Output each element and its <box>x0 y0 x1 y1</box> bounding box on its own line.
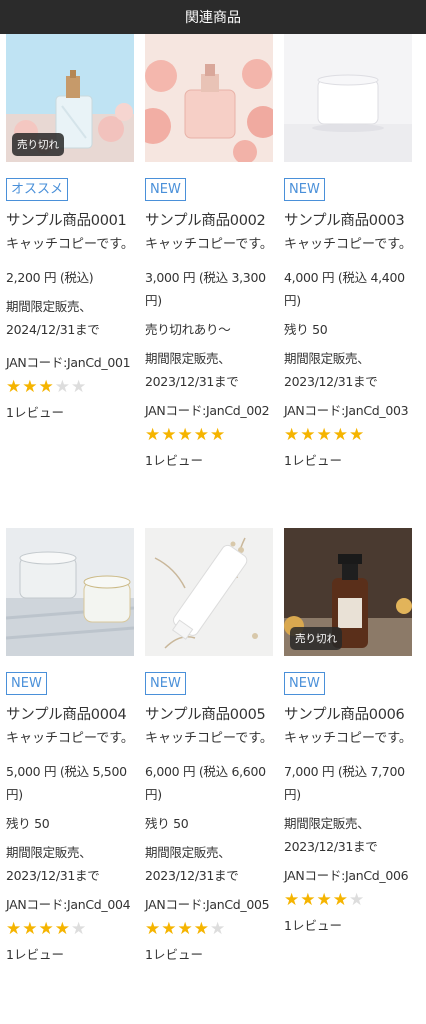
rating-stars: ★ ★ ★ ★ ★ <box>145 426 273 444</box>
star-filled-icon: ★ <box>6 377 22 397</box>
review-count[interactable]: 1レビュー <box>145 946 273 964</box>
star-empty-icon: ★ <box>71 919 87 939</box>
star-filled-icon: ★ <box>284 890 300 910</box>
product-price: 5,000 円 (税込 5,500 円) <box>6 764 127 802</box>
product-title[interactable]: サンプル商品0006 <box>284 703 412 727</box>
stock-status: 残り 50 <box>284 322 328 337</box>
sold-out-badge: 売り切れ <box>290 627 342 650</box>
section-header: 関連商品 <box>0 0 426 34</box>
star-filled-icon: ★ <box>38 377 54 397</box>
star-filled-icon: ★ <box>6 919 22 939</box>
star-filled-icon: ★ <box>177 425 193 445</box>
product-card[interactable]: NEW サンプル商品0002 キャッチコピーです。 3,000 円 (税込 3,… <box>145 34 273 470</box>
product-image-perfume-roses[interactable] <box>145 34 273 162</box>
jan-code: JANコード:JanCd_001 <box>6 355 131 370</box>
product-title[interactable]: サンプル商品0003 <box>284 209 412 233</box>
star-filled-icon: ★ <box>300 890 316 910</box>
stock-status: 残り 50 <box>145 816 189 831</box>
limited-sale: 期間限定販売、2023/12/31まで <box>284 816 378 854</box>
rating-stars: ★ ★ ★ ★ ★ <box>284 426 412 444</box>
review-count[interactable]: 1レビュー <box>284 452 412 470</box>
product-price: 3,000 円 (税込 3,300 円) <box>145 270 266 308</box>
product-price: 2,200 円 (税込) <box>6 270 94 285</box>
star-empty-icon: ★ <box>54 377 70 397</box>
star-filled-icon: ★ <box>193 425 209 445</box>
product-price: 7,000 円 (税込 7,700 円) <box>284 764 405 802</box>
product-price: 4,000 円 (税込 4,400 円) <box>284 270 405 308</box>
product-card[interactable]: 売り切れ NEW サンプル商品0006 キャッチコピーです。 7,000 円 (… <box>284 528 412 935</box>
section-title: 関連商品 <box>185 10 241 26</box>
jan-code: JANコード:JanCd_004 <box>6 897 131 912</box>
product-card[interactable]: 売り切れ オススメ サンプル商品0001 キャッチコピーです。 2,200 円 … <box>6 34 134 422</box>
limited-sale: 期間限定販売、2023/12/31まで <box>284 351 378 389</box>
limited-sale: 期間限定販売、2024/12/31まで <box>6 299 100 337</box>
sold-out-badge: 売り切れ <box>12 133 64 156</box>
star-filled-icon: ★ <box>316 890 332 910</box>
product-title[interactable]: サンプル商品0004 <box>6 703 134 727</box>
product-catchcopy: キャッチコピーです。 <box>6 731 134 746</box>
product-catchcopy: キャッチコピーです。 <box>284 237 412 252</box>
product-card[interactable]: NEW サンプル商品0005 キャッチコピーです。 6,000 円 (税込 6,… <box>145 528 273 964</box>
review-count[interactable]: 1レビュー <box>6 404 134 422</box>
star-filled-icon: ★ <box>161 425 177 445</box>
product-image-perfume[interactable]: 売り切れ <box>6 34 134 162</box>
product-card[interactable]: NEW サンプル商品0003 キャッチコピーです。 4,000 円 (税込 4,… <box>284 34 412 470</box>
new-badge: NEW <box>145 178 186 201</box>
star-filled-icon: ★ <box>332 890 348 910</box>
product-image-spray-bottle[interactable]: 売り切れ <box>284 528 412 656</box>
jan-code: JANコード:JanCd_006 <box>284 868 409 883</box>
jan-code: JANコード:JanCd_002 <box>145 403 270 418</box>
rating-stars: ★ ★ ★ ★ ★ <box>145 920 273 938</box>
new-badge: NEW <box>284 178 325 201</box>
product-catchcopy: キャッチコピーです。 <box>6 237 134 252</box>
star-filled-icon: ★ <box>177 919 193 939</box>
review-count[interactable]: 1レビュー <box>6 946 134 964</box>
star-filled-icon: ★ <box>316 425 332 445</box>
limited-sale: 期間限定販売、2023/12/31まで <box>6 845 100 883</box>
jan-code: JANコード:JanCd_003 <box>284 403 409 418</box>
product-image-cream-jar[interactable] <box>284 34 412 162</box>
recommend-badge: オススメ <box>6 178 69 201</box>
star-filled-icon: ★ <box>332 425 348 445</box>
product-catchcopy: キャッチコピーです。 <box>145 237 273 252</box>
stock-status: 売り切れあり〜 <box>145 322 231 337</box>
star-filled-icon: ★ <box>193 919 209 939</box>
star-filled-icon: ★ <box>210 425 226 445</box>
product-image-glass-jars[interactable] <box>6 528 134 656</box>
product-price: 6,000 円 (税込 6,600 円) <box>145 764 266 802</box>
star-filled-icon: ★ <box>300 425 316 445</box>
rating-stars: ★ ★ ★ ★ ★ <box>6 378 134 396</box>
product-catchcopy: キャッチコピーです。 <box>145 731 273 746</box>
product-title[interactable]: サンプル商品0002 <box>145 209 273 233</box>
new-badge: NEW <box>6 672 47 695</box>
product-catchcopy: キャッチコピーです。 <box>284 731 412 746</box>
stock-status: 残り 50 <box>6 816 50 831</box>
star-filled-icon: ★ <box>145 919 161 939</box>
product-card[interactable]: NEW サンプル商品0004 キャッチコピーです。 5,000 円 (税込 5,… <box>6 528 134 964</box>
star-filled-icon: ★ <box>284 425 300 445</box>
product-image-tube[interactable] <box>145 528 273 656</box>
rating-stars: ★ ★ ★ ★ ★ <box>6 920 134 938</box>
star-empty-icon: ★ <box>349 890 365 910</box>
star-filled-icon: ★ <box>38 919 54 939</box>
rating-stars: ★ ★ ★ ★ ★ <box>284 891 412 909</box>
star-filled-icon: ★ <box>349 425 365 445</box>
product-title[interactable]: サンプル商品0001 <box>6 209 134 233</box>
jan-code: JANコード:JanCd_005 <box>145 897 270 912</box>
star-filled-icon: ★ <box>54 919 70 939</box>
star-empty-icon: ★ <box>71 377 87 397</box>
star-empty-icon: ★ <box>210 919 226 939</box>
new-badge: NEW <box>284 672 325 695</box>
new-badge: NEW <box>145 672 186 695</box>
star-filled-icon: ★ <box>22 919 38 939</box>
star-filled-icon: ★ <box>161 919 177 939</box>
limited-sale: 期間限定販売、2023/12/31まで <box>145 351 239 389</box>
star-filled-icon: ★ <box>145 425 161 445</box>
limited-sale: 期間限定販売、2023/12/31まで <box>145 845 239 883</box>
star-filled-icon: ★ <box>22 377 38 397</box>
review-count[interactable]: 1レビュー <box>284 917 412 935</box>
review-count[interactable]: 1レビュー <box>145 452 273 470</box>
product-title[interactable]: サンプル商品0005 <box>145 703 273 727</box>
